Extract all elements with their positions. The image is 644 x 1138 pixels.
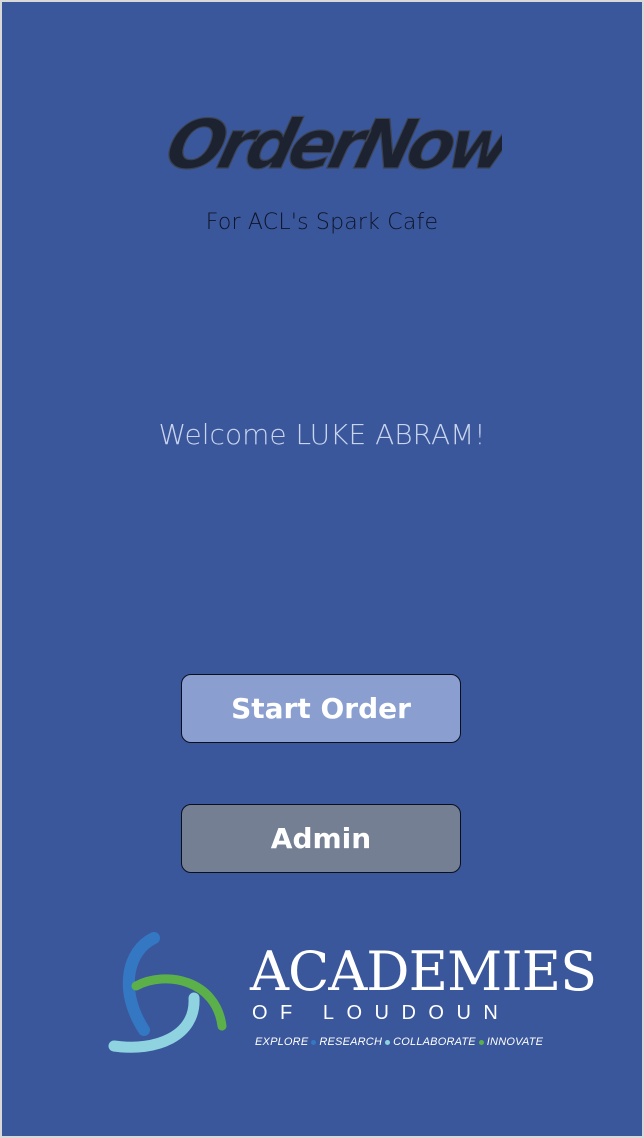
tagline-innovate: INNOVATE (486, 1036, 544, 1048)
tagline-research: RESEARCH (319, 1036, 383, 1048)
logo-text: OrderNow (162, 106, 502, 185)
ordernow-logo: OrderNow (162, 98, 502, 188)
tagline-explore: EXPLORE (255, 1036, 309, 1048)
welcome-message: Welcome LUKE ABRAM! (158, 418, 486, 451)
tagline-dot-icon (478, 1039, 484, 1045)
academies-of-loudoun-logo: ACADEMIES OF LOUDOUN EXPLORE RESEARCH COLL… (106, 930, 597, 1060)
app-screen: OrderNow For ACL's Spark Cafe Welcome LU… (2, 2, 642, 1136)
org-tagline: EXPLORE RESEARCH COLLABORATE INNOVATE (255, 1036, 543, 1048)
admin-button[interactable]: Admin (181, 804, 461, 873)
tagline-collaborate: COLLABORATE (393, 1036, 476, 1048)
app-subtitle: For ACL's Spark Cafe (205, 210, 439, 235)
org-name: ACADEMIES (250, 940, 597, 1003)
start-order-button[interactable]: Start Order (181, 674, 461, 743)
org-subname: OF LOUDOUN (252, 1002, 511, 1024)
tagline-dot-icon (385, 1039, 391, 1045)
tagline-dot-icon (311, 1039, 317, 1045)
academies-emblem-icon (108, 932, 227, 1053)
